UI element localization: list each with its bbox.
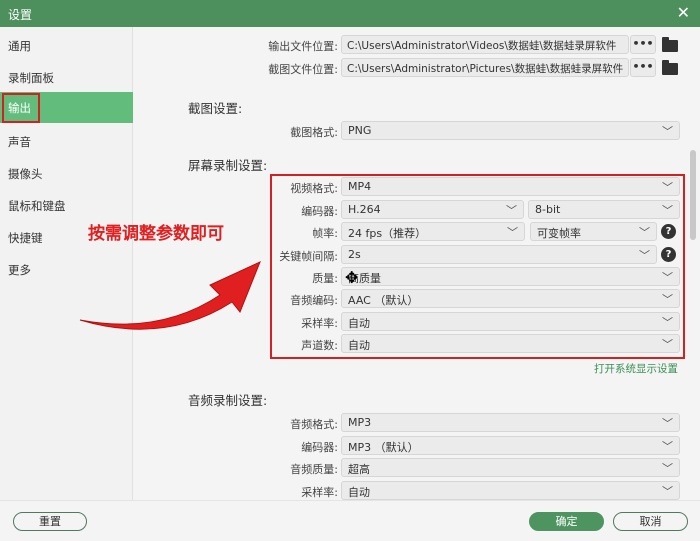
audio-quality-select[interactable]: 超高 ﹀ — [341, 458, 680, 477]
audio-sample-rate-select[interactable]: 自动 ﹀ — [341, 481, 680, 500]
audio-format-select[interactable]: MP3 ﹀ — [341, 413, 680, 432]
scrollbar-thumb[interactable] — [690, 150, 696, 240]
chevron-down-icon: ﹀ — [662, 125, 673, 138]
select-value: MP3 — [348, 416, 372, 429]
highlight-box — [270, 174, 685, 359]
select-value: PNG — [348, 124, 372, 137]
sidebar-item-record-panel[interactable]: 录制面板 — [0, 62, 133, 93]
audio-encoder-select[interactable]: MP3 （默认） ﹀ — [341, 436, 680, 455]
sidebar-item-general[interactable]: 通用 — [0, 30, 133, 61]
title-bar: 设置 ✕ — [0, 0, 700, 27]
cancel-button[interactable]: 取消 — [613, 512, 688, 531]
select-value: 自动 — [348, 486, 370, 499]
screenshot-section-title: 截图设置: — [188, 101, 243, 116]
screenshot-format-select[interactable]: PNG ﹀ — [341, 121, 680, 140]
audio-quality-label: 音频质量: — [290, 463, 338, 476]
chevron-down-icon: ﹀ — [662, 485, 673, 498]
red-arrow-icon — [79, 261, 261, 330]
screenshot-path-field[interactable]: C:\Users\Administrator\Pictures\数据蛙\数据蛙录… — [341, 58, 629, 77]
chevron-down-icon: ﹀ — [662, 462, 673, 475]
sidebar-item-mouse-keyboard[interactable]: 鼠标和键盘 — [0, 190, 133, 221]
reset-button[interactable]: 重置 — [13, 512, 87, 531]
window-title: 设置 — [8, 8, 33, 22]
annotation-text: 按需调整参数即可 — [88, 224, 224, 244]
screenshot-format-label: 截图格式: — [290, 126, 338, 139]
select-value: MP3 （默认） — [348, 441, 419, 454]
chevron-down-icon: ﹀ — [662, 417, 673, 430]
screenshot-path-label: 截图文件位置: — [268, 63, 338, 76]
folder-icon[interactable] — [662, 60, 678, 75]
audio-section-title: 音频录制设置: — [188, 393, 268, 408]
output-path-field[interactable]: C:\Users\Administrator\Videos\数据蛙\数据蛙录屏软… — [341, 35, 629, 54]
ok-button[interactable]: 确定 — [529, 512, 604, 531]
highlight-box — [2, 93, 40, 123]
audio-encoder-label: 编码器: — [301, 441, 338, 454]
select-value: 超高 — [348, 463, 370, 476]
move-cursor-icon: ✥ — [345, 268, 359, 287]
screenshot-browse-button[interactable]: ••• — [630, 58, 656, 77]
open-display-settings-link[interactable]: 打开系统显示设置 — [594, 361, 678, 376]
audio-sample-rate-label: 采样率: — [301, 486, 338, 499]
audio-format-label: 音频格式: — [290, 418, 338, 431]
chevron-down-icon: ﹀ — [662, 440, 673, 453]
sidebar-item-sound[interactable]: 声音 — [0, 126, 133, 157]
output-path-label: 输出文件位置: — [268, 40, 338, 53]
close-icon[interactable]: ✕ — [677, 3, 690, 22]
sidebar-item-camera[interactable]: 摄像头 — [0, 158, 133, 189]
folder-icon[interactable] — [662, 37, 678, 52]
output-browse-button[interactable]: ••• — [630, 35, 656, 54]
screen-section-title: 屏幕录制设置: — [188, 158, 268, 173]
